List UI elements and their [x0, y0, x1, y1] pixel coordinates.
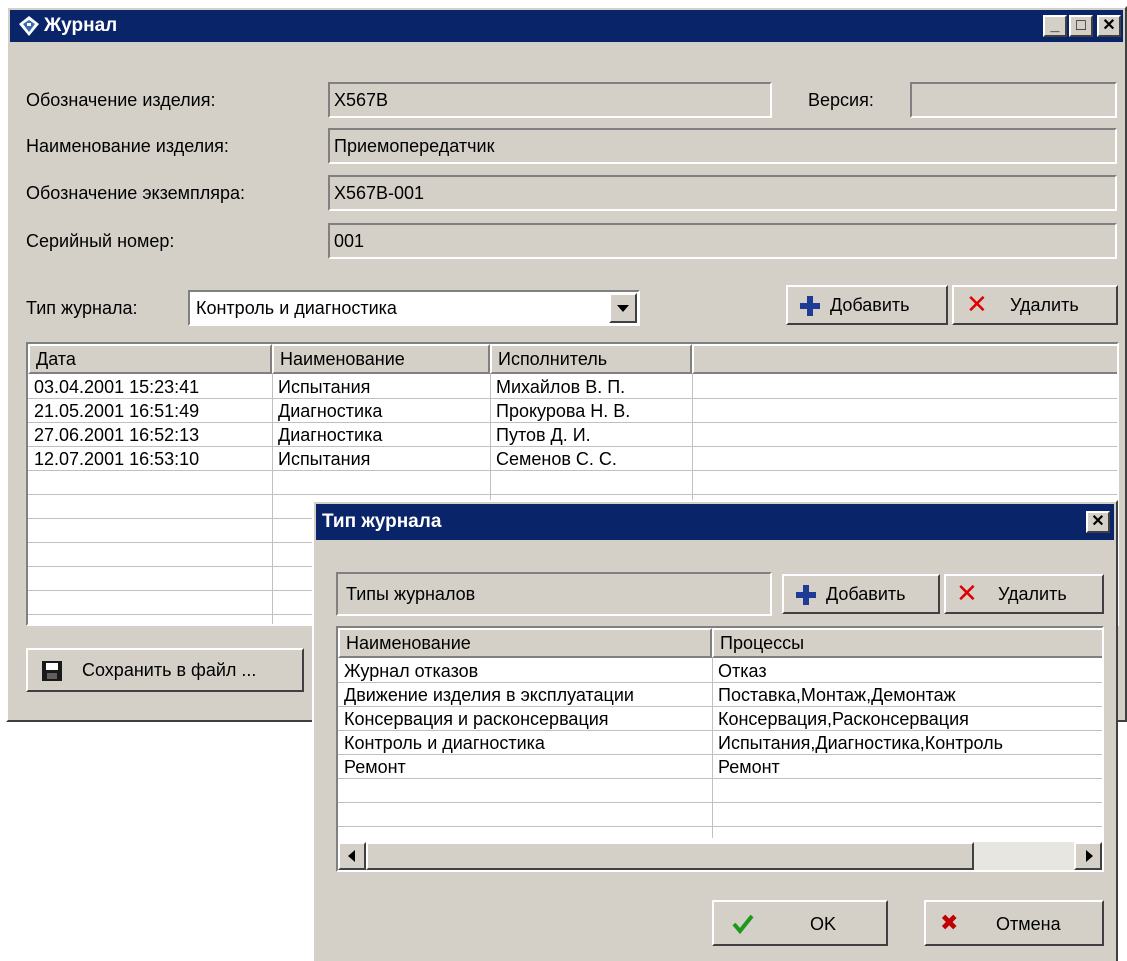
- cell-date: 27.06.2001 16:52:13: [34, 425, 200, 445]
- cell-name: Испытания: [278, 377, 371, 397]
- cancel-x-icon: ✖: [940, 911, 959, 936]
- cell-processes: Ремонт: [718, 757, 780, 777]
- dialog-add-button[interactable]: Добавить: [782, 574, 940, 614]
- cell-name: Движение изделия в эксплуатации: [344, 685, 634, 705]
- minimize-icon: _: [1050, 17, 1060, 34]
- cell-executor: Прокурова Н. В.: [496, 401, 631, 421]
- product-designation-field[interactable]: X567B: [328, 82, 772, 118]
- journal-type-value: Контроль и диагностика: [196, 298, 397, 318]
- minimize-button[interactable]: _: [1043, 15, 1067, 37]
- arrow-right-icon: [1086, 850, 1093, 862]
- cell-executor: Михайлов В. П.: [496, 377, 626, 397]
- group-label-text: Типы журналов: [346, 584, 476, 604]
- dialog-close-button[interactable]: ✕: [1086, 511, 1110, 533]
- cell-processes: Испытания,Диагностика,Контроль: [718, 733, 1003, 753]
- column-header-executor[interactable]: Исполнитель: [490, 344, 692, 374]
- cell-name: Контроль и диагностика: [344, 733, 545, 753]
- dialog-titlebar[interactable]: Тип журнала ✕: [316, 504, 1114, 540]
- serial-number-label: Серийный номер:: [26, 231, 175, 251]
- horizontal-scrollbar[interactable]: [338, 842, 1102, 870]
- plus-icon: [796, 585, 816, 605]
- cell-date: 03.04.2001 15:23:41: [34, 377, 200, 397]
- scroll-right-button[interactable]: [1074, 842, 1102, 870]
- plus-icon: [800, 296, 820, 316]
- app-icon: [19, 16, 39, 36]
- journal-types-group-label: Типы журналов: [336, 572, 772, 616]
- cell-name: Консервация и расконсервация: [344, 709, 609, 729]
- dialog-title: Тип журнала: [322, 511, 442, 532]
- column-header-empty: [692, 344, 1117, 374]
- cell-date: 12.07.2001 16:53:10: [34, 449, 200, 469]
- column-header-name[interactable]: Наименование: [272, 344, 490, 374]
- add-button[interactable]: Добавить: [786, 285, 948, 325]
- instance-designation-label: Обозначение экземпляра:: [26, 183, 246, 203]
- journal-type-label: Тип журнала:: [26, 298, 138, 318]
- scroll-left-button[interactable]: [338, 842, 366, 870]
- close-icon: ✕: [1102, 17, 1116, 34]
- window-title: Журнал: [44, 15, 118, 36]
- delete-button[interactable]: ✕ Удалить: [952, 285, 1118, 325]
- journal-titlebar[interactable]: Журнал _ □ ✕: [10, 10, 1123, 42]
- instance-designation-field[interactable]: X567B-001: [328, 175, 1117, 211]
- product-name-field[interactable]: Приемопередатчик: [328, 128, 1117, 164]
- column-header-name[interactable]: Наименование: [338, 628, 712, 658]
- ok-button-label: OK: [810, 914, 837, 934]
- delete-button-label: Удалить: [1010, 295, 1079, 315]
- column-header-date[interactable]: Дата: [28, 344, 272, 374]
- chevron-down-icon[interactable]: [609, 293, 637, 323]
- delete-x-icon: ✕: [956, 579, 978, 609]
- column-header-processes[interactable]: Процессы: [712, 628, 1102, 658]
- save-to-file-button[interactable]: Сохранить в файл ...: [26, 648, 304, 692]
- maximize-button[interactable]: □: [1069, 15, 1093, 37]
- floppy-disk-icon: [42, 661, 62, 681]
- cell-processes: Консервация,Расконсервация: [718, 709, 969, 729]
- cancel-button[interactable]: ✖ Отмена: [924, 900, 1104, 946]
- cell-name: Журнал отказов: [344, 661, 479, 681]
- cancel-button-label: Отмена: [996, 914, 1061, 934]
- ok-button[interactable]: OK: [712, 900, 888, 946]
- product-name-label: Наименование изделия:: [26, 136, 229, 156]
- cell-processes: Поставка,Монтаж,Демонтаж: [718, 685, 956, 705]
- close-button[interactable]: ✕: [1097, 15, 1121, 37]
- product-designation-label: Обозначение изделия:: [26, 90, 216, 110]
- dialog-add-label: Добавить: [826, 584, 906, 604]
- version-field[interactable]: [910, 82, 1117, 118]
- cell-name: Диагностика: [278, 425, 383, 445]
- scroll-thumb[interactable]: [366, 842, 974, 870]
- cell-executor: Семенов С. С.: [496, 449, 617, 469]
- checkmark-icon: [732, 914, 754, 934]
- journal-types-table[interactable]: Наименование Процессы Журнал отказов Отк…: [336, 626, 1104, 872]
- journal-type-select[interactable]: Контроль и диагностика: [188, 290, 640, 326]
- delete-x-icon: ✕: [966, 290, 988, 320]
- arrow-left-icon: [348, 850, 355, 862]
- version-label: Версия:: [808, 90, 874, 110]
- cell-name: Ремонт: [344, 757, 406, 777]
- cell-executor: Путов Д. И.: [496, 425, 591, 445]
- cell-date: 21.05.2001 16:51:49: [34, 401, 200, 421]
- cell-name: Диагностика: [278, 401, 383, 421]
- close-icon: ✕: [1091, 513, 1105, 530]
- maximize-icon: □: [1076, 17, 1086, 34]
- save-button-label: Сохранить в файл ...: [82, 660, 257, 680]
- dialog-delete-label: Удалить: [998, 584, 1067, 604]
- cell-processes: Отказ: [718, 661, 767, 681]
- add-button-label: Добавить: [830, 295, 910, 315]
- journal-type-dialog: Тип журнала ✕ Типы журналов Добавить ✕ У…: [312, 500, 1118, 961]
- serial-number-field[interactable]: 001: [328, 223, 1117, 259]
- cell-name: Испытания: [278, 449, 371, 469]
- dialog-delete-button[interactable]: ✕ Удалить: [944, 574, 1104, 614]
